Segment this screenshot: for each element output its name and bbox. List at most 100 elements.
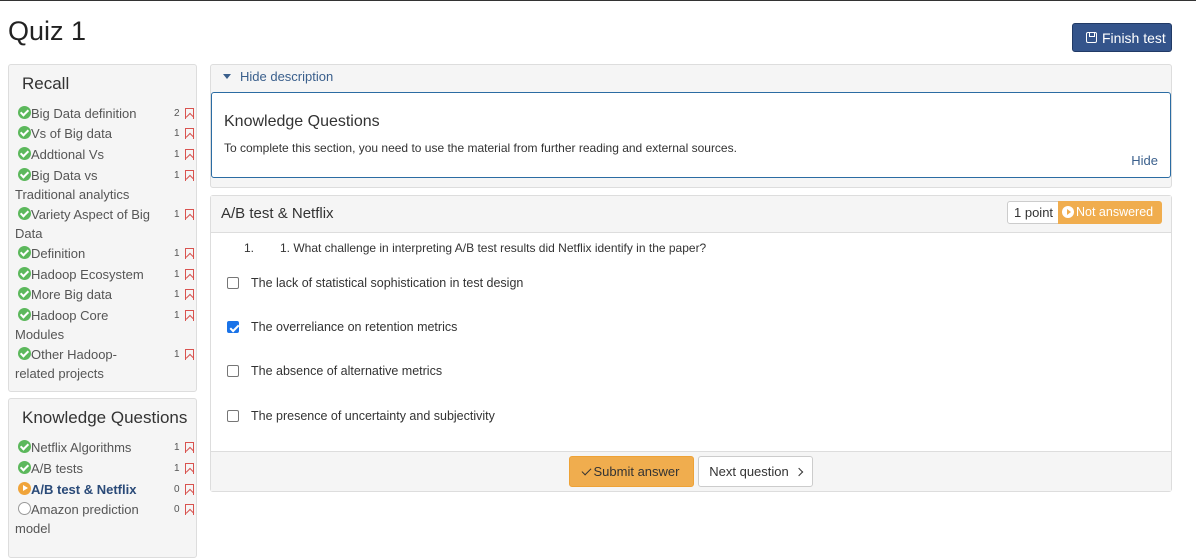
play-icon — [1062, 206, 1074, 218]
description-box: Knowledge Questions To complete this sec… — [211, 92, 1171, 178]
question-text: 1. What challenge in interpreting A/B te… — [280, 241, 707, 255]
answer-label: The overreliance on retention metrics — [251, 320, 458, 334]
bookmark-icon[interactable] — [185, 209, 194, 220]
submit-answer-button[interactable]: Submit answer — [569, 456, 694, 487]
question-count: 1 — [174, 269, 180, 280]
knowledge-title: Knowledge Questions — [22, 408, 188, 427]
check-icon — [581, 465, 591, 475]
question-count: 1 — [174, 310, 180, 321]
status-label: Not answered — [1076, 205, 1154, 219]
bookmark-icon[interactable] — [185, 149, 194, 160]
sidebar-item[interactable]: Variety Aspect of Big Data 1 — [15, 205, 194, 243]
sidebar-item[interactable]: Netflix Algorithms 1 — [18, 438, 194, 457]
bookmark-icon[interactable] — [185, 310, 194, 321]
bookmark-icon[interactable] — [185, 504, 194, 515]
question-panel: A/B test & Netflix 1 point Not answered … — [210, 195, 1172, 492]
answer-checkbox[interactable] — [227, 365, 239, 377]
sidebar-item[interactable]: More Big data 1 — [18, 285, 194, 304]
sidebar-item[interactable]: Hadoop Ecosystem 1 — [18, 265, 194, 284]
hide-description-link[interactable]: Hide description — [240, 69, 333, 84]
question-count: 0 — [174, 484, 180, 495]
answer-label: The presence of uncertainty and subjecti… — [251, 409, 495, 423]
bookmark-icon[interactable] — [185, 269, 194, 280]
question-title: A/B test & Netflix — [221, 205, 334, 222]
bookmark-icon[interactable] — [185, 484, 194, 495]
sidebar-item[interactable]: Amazon prediction model 0 — [15, 500, 194, 538]
question-count: 1 — [174, 170, 180, 181]
sidebar-item-label: Amazon prediction model — [15, 502, 139, 536]
check-circle-icon — [18, 126, 31, 139]
sidebar-item-label: Definition — [31, 246, 86, 261]
sidebar-item-label: Variety Aspect of Big Data — [15, 207, 150, 241]
question-count: 1 — [174, 289, 180, 300]
chevron-right-icon — [794, 467, 803, 476]
sidebar-item-label: Big Data definition — [31, 106, 137, 121]
question-number: 1. — [244, 241, 255, 255]
sidebar-item-label: A/B tests — [31, 461, 84, 476]
answer-checkbox[interactable] — [227, 277, 239, 289]
check-circle-icon — [18, 267, 31, 280]
sidebar-item[interactable]: A/B test & Netflix 0 — [18, 480, 194, 499]
knowledge-panel: Knowledge Questions Netflix Algorithms 1 A… — [8, 398, 197, 558]
sidebar-item[interactable]: Big Data vs Traditional analytics 1 — [15, 166, 194, 204]
recall-title: Recall — [22, 74, 70, 93]
sidebar-item[interactable]: Addtional Vs 1 — [18, 145, 194, 164]
next-question-button[interactable]: Next question — [698, 456, 813, 487]
answer-checkbox[interactable] — [227, 321, 239, 333]
check-circle-icon — [18, 347, 31, 360]
question-header: A/B test & Netflix 1 point Not answered — [211, 196, 1171, 233]
bookmark-icon[interactable] — [185, 128, 194, 139]
sidebar-item-label: Addtional Vs — [31, 147, 104, 162]
bookmark-icon[interactable] — [185, 108, 194, 119]
check-circle-icon — [18, 246, 31, 259]
sidebar-item[interactable]: Definition 1 — [18, 244, 194, 263]
question-count: 1 — [174, 128, 180, 139]
points-badge: 1 point — [1007, 201, 1061, 224]
bookmark-icon[interactable] — [185, 170, 194, 181]
bookmark-icon[interactable] — [185, 289, 194, 300]
bookmark-icon[interactable] — [185, 463, 194, 474]
description-title: Knowledge Questions — [224, 113, 380, 130]
question-count: 0 — [174, 504, 180, 515]
question-count: 1 — [174, 248, 180, 259]
recall-panel: Recall Big Data definition 2 Vs of Big dat… — [8, 64, 197, 392]
play-circle-icon — [18, 482, 31, 495]
check-circle-icon — [18, 287, 31, 300]
question-count: 1 — [174, 149, 180, 160]
bookmark-icon[interactable] — [185, 442, 194, 453]
question-count: 1 — [174, 209, 180, 220]
sidebar-item[interactable]: Big Data definition 2 — [18, 104, 194, 123]
sidebar-item-label: Vs of Big data — [31, 126, 112, 141]
top-border — [0, 0, 1196, 1]
check-circle-icon — [18, 207, 31, 220]
answer-checkbox[interactable] — [227, 410, 239, 422]
sidebar-item-label: Hadoop Ecosystem — [31, 267, 144, 282]
sidebar-item-label: Big Data vs Traditional analytics — [15, 168, 130, 202]
sidebar-item-label: Hadoop Core Modules — [15, 308, 109, 342]
question-count: 2 — [174, 108, 180, 119]
sidebar-item-label: A/B test & Netflix — [31, 482, 137, 497]
caret-down-icon — [223, 74, 231, 79]
question-count: 1 — [174, 463, 180, 474]
check-circle-icon — [18, 106, 31, 119]
page-title: Quiz 1 — [8, 16, 87, 46]
hide-link[interactable]: Hide — [1131, 153, 1158, 168]
sidebar-item[interactable]: A/B tests 1 — [18, 459, 194, 478]
finish-test-label: Finish test — [1102, 29, 1166, 46]
sidebar-item[interactable]: Vs of Big data 1 — [18, 124, 194, 143]
bookmark-icon[interactable] — [185, 349, 194, 360]
check-circle-icon — [18, 308, 31, 321]
finish-test-button[interactable]: Finish test — [1072, 23, 1172, 52]
question-count: 1 — [174, 442, 180, 453]
empty-circle-icon — [18, 502, 31, 515]
answer-label: The absence of alternative metrics — [251, 364, 443, 378]
sidebar-item-label: Netflix Algorithms — [31, 440, 132, 455]
save-icon — [1086, 32, 1097, 43]
next-label: Next question — [709, 464, 789, 479]
bookmark-icon[interactable] — [185, 248, 194, 259]
sidebar-item-label: Other Hadoop-related projects — [15, 347, 117, 381]
check-circle-icon — [18, 168, 31, 181]
sidebar-item[interactable]: Other Hadoop-related projects 1 — [15, 345, 194, 383]
question-footer: Submit answer Next question — [211, 451, 1171, 491]
sidebar-item[interactable]: Hadoop Core Modules 1 — [15, 306, 194, 344]
